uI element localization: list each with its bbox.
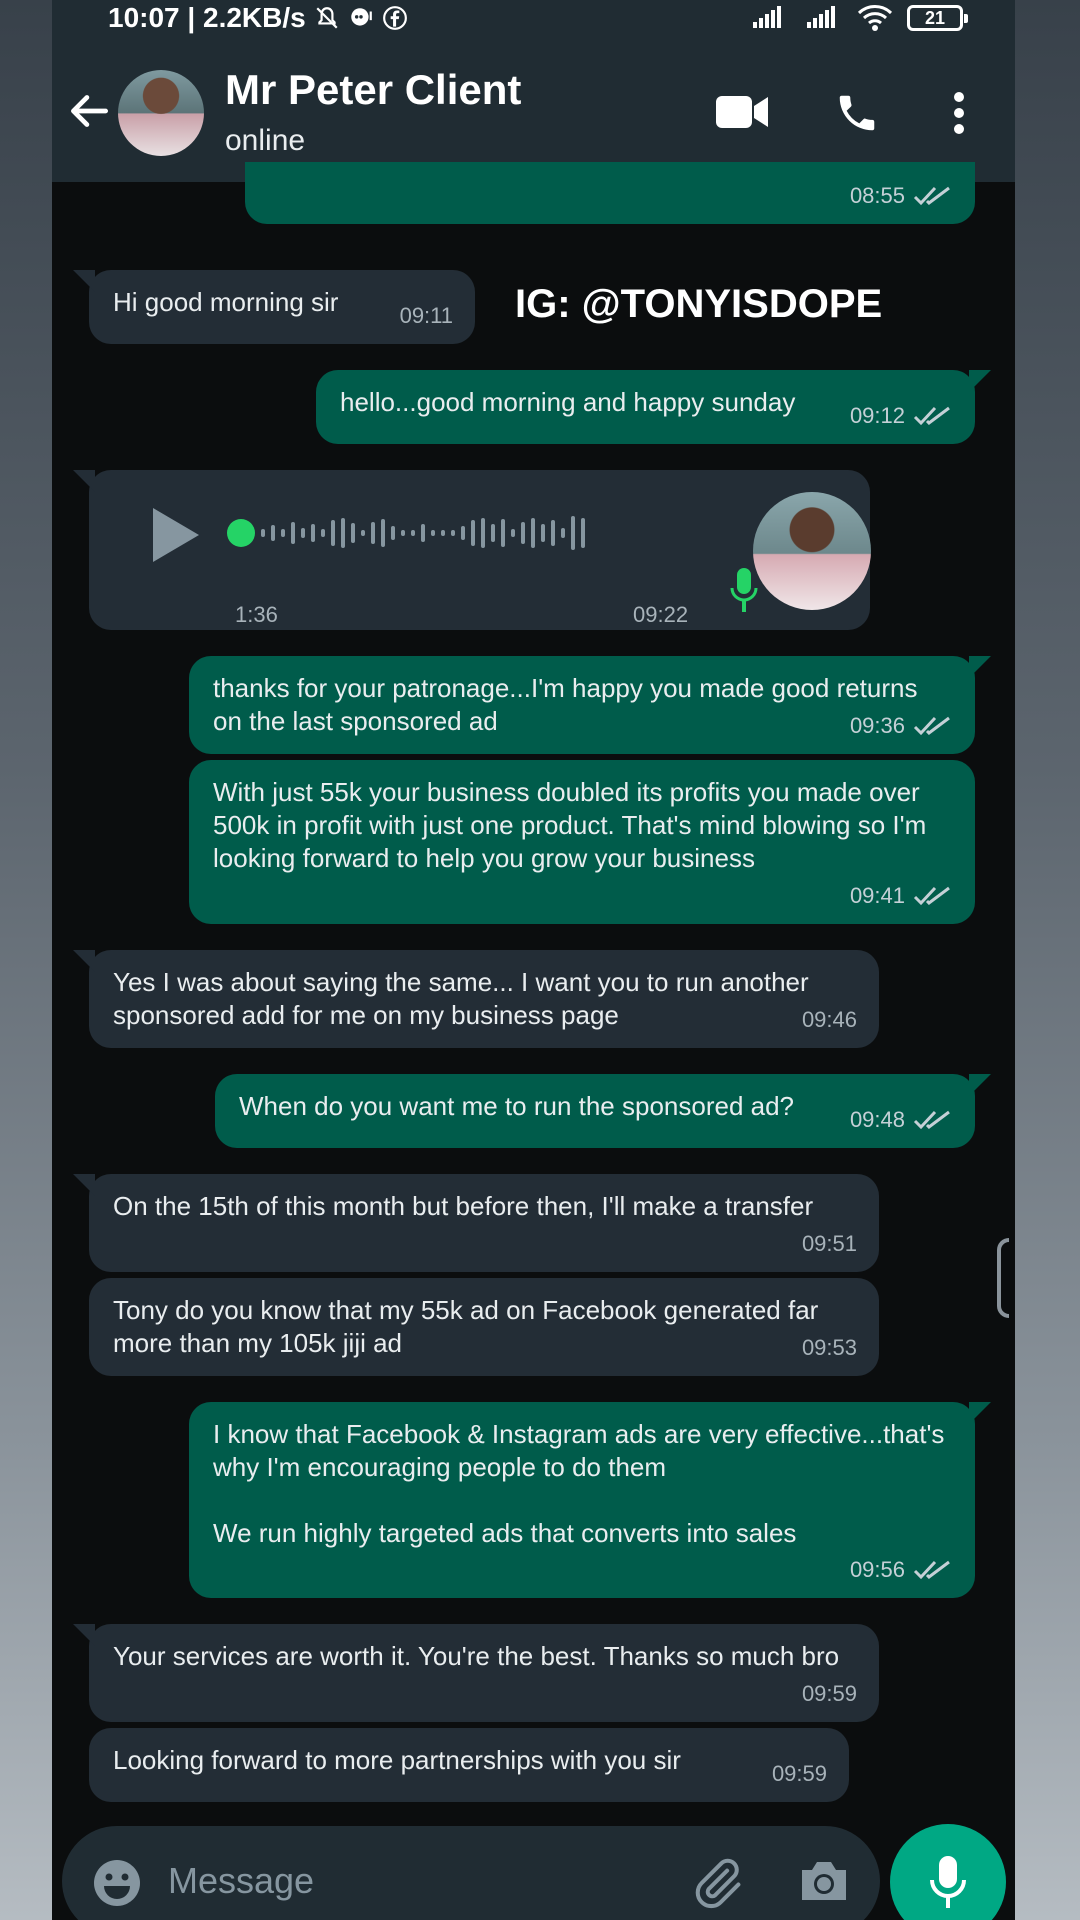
emoji-icon[interactable] <box>92 1858 142 1908</box>
read-receipt-icon <box>913 716 950 735</box>
facebook-icon <box>382 6 407 30</box>
play-icon[interactable] <box>149 506 201 564</box>
notifications-off-icon <box>316 7 338 29</box>
video-call-icon[interactable] <box>714 92 770 132</box>
voice-duration: 1:36 <box>235 602 278 627</box>
message-outgoing[interactable]: thanks for your patronage...I'm happy yo… <box>189 656 991 754</box>
voice-message[interactable]: 1:36 09:22 <box>73 470 871 630</box>
chat-bubble-icon <box>350 8 372 26</box>
signal-icon <box>753 6 781 28</box>
voice-record-button[interactable] <box>890 1824 1006 1920</box>
status-bar: 10:07 | 2.2KB/s 21 <box>52 0 1015 40</box>
read-receipt-icon <box>913 406 950 425</box>
playback-position-dot[interactable] <box>227 519 255 547</box>
message-time: 09:22 <box>633 602 689 627</box>
wifi-icon <box>857 5 893 31</box>
fast-scroll-handle[interactable] <box>997 1238 1009 1318</box>
chat-header: Mr Peter Client online <box>52 40 1015 182</box>
message-outgoing[interactable]: I know that Facebook & Instagram ads are… <box>189 1402 991 1598</box>
read-receipt-icon <box>913 1110 950 1129</box>
message-outgoing[interactable]: hello...good morning and happy sunday 09… <box>316 370 991 444</box>
message-incoming[interactable]: Looking forward to more partnerships wit… <box>89 1728 849 1802</box>
attach-icon[interactable] <box>690 1856 744 1910</box>
message-outgoing[interactable]: With just 55k your business doubled its … <box>189 760 975 924</box>
message-incoming[interactable]: Tony do you know that my 55k ad on Faceb… <box>89 1278 879 1376</box>
contact-name[interactable]: Mr Peter Client <box>225 66 521 114</box>
battery-indicator: 21 <box>907 5 968 31</box>
message-incoming[interactable]: Hi good morning sir 09:11 <box>73 270 475 344</box>
microphone-icon <box>930 1856 966 1908</box>
back-arrow-icon[interactable] <box>64 86 114 136</box>
status-time-speed: 10:07 | 2.2KB/s <box>108 2 306 33</box>
read-receipt-icon <box>913 1560 950 1579</box>
message-incoming[interactable]: On the 15th of this month but before the… <box>73 1174 879 1272</box>
message-composer[interactable]: Message <box>62 1826 880 1920</box>
camera-icon[interactable] <box>798 1858 850 1904</box>
read-receipt-icon <box>913 886 950 905</box>
message-input[interactable]: Message <box>168 1860 314 1902</box>
voice-waveform[interactable] <box>227 516 692 550</box>
contact-avatar[interactable] <box>118 70 204 156</box>
voice-call-icon[interactable] <box>834 90 880 136</box>
sender-avatar <box>753 492 871 610</box>
phone-screen: 10:07 | 2.2KB/s 21 Mr Peter Client onlin… <box>52 0 1015 1920</box>
message-outgoing[interactable]: When do you want me to run the sponsored… <box>215 1074 991 1148</box>
signal-icon <box>807 6 835 28</box>
contact-status: online <box>225 124 306 157</box>
message-outgoing[interactable]: 08:55 <box>245 162 975 224</box>
microphone-icon <box>730 568 758 612</box>
message-list[interactable]: IG: @TONYISDOPE 08:55 Hi good morning si… <box>52 162 1015 1810</box>
message-incoming[interactable]: Your services are worth it. You're the b… <box>73 1624 879 1722</box>
more-options-icon[interactable] <box>952 92 966 134</box>
message-incoming[interactable]: Yes I was about saying the same... I wan… <box>73 950 879 1048</box>
watermark-text: IG: @TONYISDOPE <box>515 282 883 326</box>
read-receipt-icon <box>913 186 950 205</box>
